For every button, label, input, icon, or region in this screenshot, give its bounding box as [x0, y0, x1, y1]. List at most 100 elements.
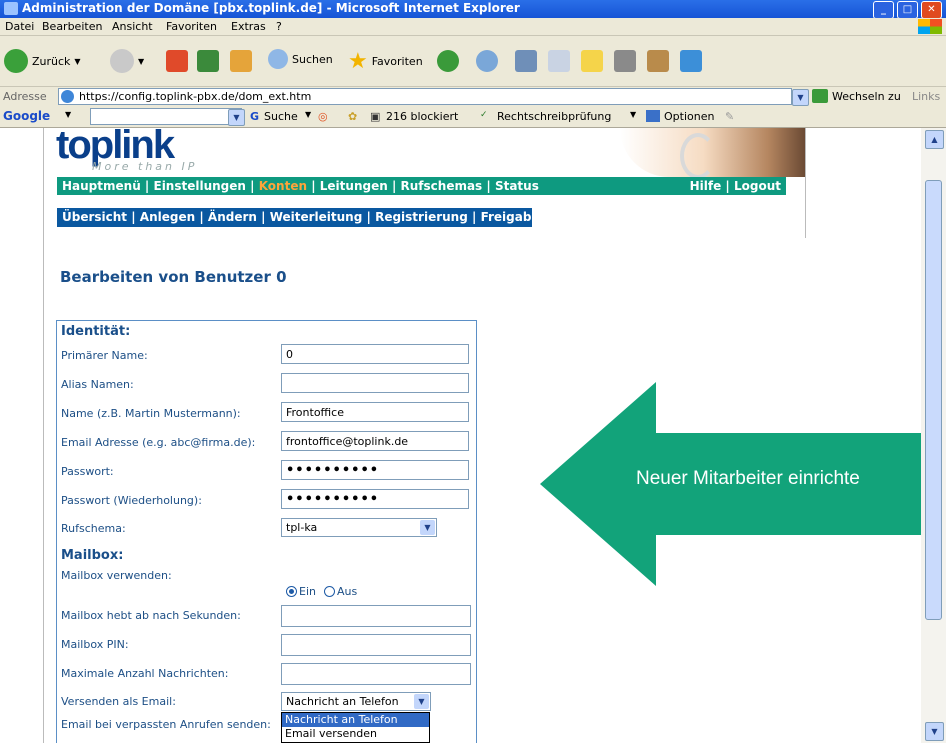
pencil-icon: ✎ — [725, 110, 735, 123]
scroll-up-icon[interactable]: ▲ — [925, 130, 944, 149]
subnav-andern[interactable]: Ändern — [208, 210, 257, 224]
go-arrow-icon[interactable] — [812, 89, 828, 103]
nav-konten[interactable]: Konten — [259, 179, 307, 193]
mailbox-on-label: Ein — [299, 585, 316, 598]
address-dropdown-icon[interactable]: ▼ — [792, 89, 809, 106]
refresh-icon[interactable] — [197, 50, 219, 72]
password-label: Passwort: — [61, 465, 114, 478]
maximize-button[interactable]: □ — [897, 1, 918, 19]
subnav-freigaben[interactable]: Freigaben — [481, 210, 549, 224]
menu-ansicht[interactable]: Ansicht — [112, 20, 153, 33]
mailbox-on-radio[interactable] — [286, 586, 297, 597]
nav-logout[interactable]: Logout — [734, 179, 781, 193]
mailbox-pickup-input[interactable] — [281, 605, 471, 627]
send-email-select[interactable]: Nachricht an Telefon ▼ — [281, 692, 431, 711]
subnav-weiterleitung[interactable]: Weiterleitung — [270, 210, 363, 224]
mailbox-pickup-label: Mailbox hebt ab nach Sekunden: — [61, 609, 241, 622]
edit-icon[interactable] — [548, 50, 570, 72]
go-button[interactable]: Wechseln zu — [832, 90, 901, 103]
page-border — [43, 128, 44, 743]
menu-datei[interactable]: Datei — [5, 20, 34, 33]
star-icon: ★ — [348, 49, 368, 74]
close-button[interactable]: ✕ — [921, 1, 942, 19]
menu-extras[interactable]: Extras — [231, 20, 266, 33]
search-button[interactable]: Suchen — [268, 49, 333, 69]
address-input[interactable]: https://config.toplink-pbx.de/dom_ext.ht… — [58, 88, 792, 105]
name-input[interactable]: Frontoffice — [281, 402, 469, 422]
scroll-thumb[interactable] — [925, 180, 942, 620]
google-search-button[interactable]: Suche — [264, 110, 298, 123]
back-label: Zurück — [32, 54, 71, 68]
favorites-button[interactable]: ★ Favoriten — [348, 49, 423, 74]
sub-navigation: Übersicht | Anlegen | Ändern | Weiterlei… — [57, 208, 548, 227]
popups-blocked[interactable]: 216 blockiert — [386, 110, 458, 123]
mailbox-pin-input[interactable] — [281, 634, 471, 656]
chevron-down-icon: ▼ — [414, 694, 429, 709]
dropdown-option[interactable]: Nachricht an Telefon — [282, 713, 429, 727]
tools-icon[interactable] — [647, 50, 669, 72]
nav-hilfe[interactable]: Hilfe — [690, 179, 722, 193]
page-icon — [61, 90, 74, 103]
mailbox-pin-label: Mailbox PIN: — [61, 638, 129, 651]
menu-help[interactable]: ? — [276, 20, 282, 33]
search-label: Suchen — [292, 52, 333, 66]
password-repeat-label: Passwort (Wiederholung): — [61, 494, 202, 507]
nav-leitungen[interactable]: Leitungen — [320, 179, 388, 193]
email-label: Email Adresse (e.g. abc@firma.de): — [61, 436, 256, 449]
mail-icon[interactable] — [476, 50, 498, 72]
windows-logo-icon — [918, 19, 942, 34]
dropdown-option[interactable]: Email versenden — [282, 727, 429, 741]
scroll-down-icon[interactable]: ▼ — [925, 722, 944, 741]
google-search-chevron-icon[interactable]: ▼ — [305, 110, 311, 119]
toolbar: Zurück ▼ ▼ Suchen ★ Favoriten — [0, 36, 946, 87]
minimize-button[interactable]: _ — [873, 1, 894, 19]
google-search-input[interactable] — [90, 108, 242, 125]
options-button[interactable]: Optionen — [664, 110, 714, 123]
subnav-anlegen[interactable]: Anlegen — [140, 210, 195, 224]
spellcheck-chevron-icon[interactable]: ▼ — [630, 110, 636, 119]
nav-einstellungen[interactable]: Einstellungen — [154, 179, 246, 193]
password-repeat-input[interactable]: •••••••••• — [281, 489, 469, 509]
messenger-icon[interactable] — [680, 50, 702, 72]
main-navigation: Hauptmenü | Einstellungen | Konten | Lei… — [57, 177, 786, 195]
address-url: https://config.toplink-pbx.de/dom_ext.ht… — [79, 90, 312, 103]
mailbox-off-radio[interactable] — [324, 586, 335, 597]
nav-rufschemas[interactable]: Rufschemas — [401, 179, 483, 193]
forward-arrow-icon — [110, 49, 134, 73]
google-menu-chevron-icon[interactable]: ▼ — [65, 110, 71, 119]
vertical-scrollbar[interactable]: ▲ ▼ — [921, 128, 946, 743]
google-toolbar: Google ▼ ▼ G Suche ▼ ◎ ✿ ▣ 216 blockiert… — [0, 106, 946, 128]
forward-button[interactable]: ▼ — [110, 49, 144, 73]
print-icon[interactable] — [515, 50, 537, 72]
home-icon[interactable] — [230, 50, 252, 72]
back-button[interactable]: Zurück ▼ — [4, 49, 81, 73]
ring-scheme-select[interactable]: tpl-ka ▼ — [281, 518, 437, 537]
menu-favoriten[interactable]: Favoriten — [166, 20, 217, 33]
missed-calls-label: Email bei verpassten Anrufen senden: — [61, 718, 271, 731]
email-input[interactable]: frontoffice@toplink.de — [281, 431, 469, 451]
subnav-ubersicht[interactable]: Übersicht — [62, 210, 127, 224]
pagerank-icon[interactable]: ◎ — [318, 110, 328, 123]
max-messages-input[interactable] — [281, 663, 471, 685]
password-input[interactable]: •••••••••• — [281, 460, 469, 480]
page-title: Bearbeiten von Benutzer 0 — [60, 268, 287, 286]
spellcheck-button[interactable]: Rechtschreibprüfung — [497, 110, 611, 123]
subnav-registrierung[interactable]: Registrierung — [375, 210, 468, 224]
notes-icon[interactable] — [581, 50, 603, 72]
menu-bar: Datei Bearbeiten Ansicht Favoriten Extra… — [0, 18, 946, 36]
nav-status[interactable]: Status — [495, 179, 539, 193]
menu-bearbeiten[interactable]: Bearbeiten — [42, 20, 102, 33]
toplink-logo[interactable]: toplink — [56, 128, 175, 165]
alias-input[interactable] — [281, 373, 469, 393]
stop-icon[interactable] — [166, 50, 188, 72]
research-icon[interactable] — [614, 50, 636, 72]
links-button[interactable]: Links — [912, 90, 940, 103]
nav-hauptmenu[interactable]: Hauptmenü — [62, 179, 141, 193]
google-dropdown-icon[interactable]: ▼ — [228, 109, 245, 126]
name-label: Name (z.B. Martin Mustermann): — [61, 407, 241, 420]
logo-tagline: More than IP — [92, 160, 198, 173]
primary-name-input[interactable]: 0 — [281, 344, 469, 364]
history-icon[interactable] — [437, 50, 459, 72]
window-title-bar: Administration der Domäne [pbx.toplink.d… — [0, 0, 946, 19]
google-logo[interactable]: Google — [3, 109, 50, 123]
